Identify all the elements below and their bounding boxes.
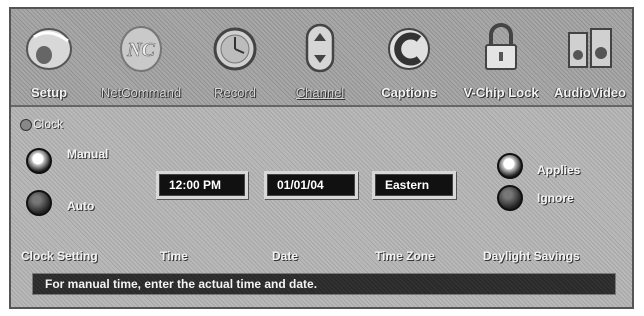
menu-label: Captions	[381, 85, 437, 100]
time-label: Time	[160, 249, 188, 263]
timezone-field[interactable]: Eastern	[372, 171, 456, 199]
menu-item-captions[interactable]: Captions	[365, 19, 453, 101]
time-field[interactable]: 12:00 PM	[156, 171, 248, 199]
clock-panel: Clock Manual Auto 12:00 PM 01/01/04 East…	[11, 107, 632, 307]
date-field[interactable]: 01/01/04	[264, 171, 358, 199]
menu-item-audiovideo[interactable]: AudioVideo	[549, 19, 631, 101]
menu-item-vchip-lock[interactable]: V-Chip Lock	[453, 19, 549, 101]
svg-text:NC: NC	[126, 39, 155, 61]
menu-label: Channel	[295, 85, 345, 100]
channel-updown-icon	[305, 23, 335, 73]
settings-window: Setup NC NetCommand Record Channel Capti…	[9, 7, 634, 309]
netcommand-icon: NC	[120, 26, 162, 72]
speakers-icon	[568, 28, 612, 68]
status-message-bar: For manual time, enter the actual time a…	[32, 273, 616, 295]
dst-applies-label: Applies	[537, 163, 581, 177]
menu-label: NetCommand	[100, 85, 182, 100]
menu-label: AudioVideo	[554, 85, 626, 100]
date-label: Date	[272, 249, 299, 263]
menu-item-record[interactable]: Record	[195, 19, 275, 101]
top-menu-bar: Setup NC NetCommand Record Channel Capti…	[11, 9, 632, 107]
menu-label: Setup	[30, 85, 68, 100]
clock-setting-label: Clock Setting	[21, 249, 98, 263]
dst-ignore-radio[interactable]	[497, 185, 523, 211]
section-title: Clock	[33, 117, 64, 131]
daylight-savings-label: Daylight Savings	[483, 249, 580, 263]
setup-icon	[26, 28, 72, 70]
captions-icon	[388, 28, 430, 70]
menu-item-setup[interactable]: Setup	[11, 19, 87, 101]
menu-label: Record	[214, 85, 256, 100]
menu-label: V-Chip Lock	[463, 85, 539, 100]
padlock-icon	[485, 23, 517, 70]
time-zone-label: Time Zone	[375, 249, 435, 263]
auto-radio[interactable]	[26, 190, 52, 216]
menu-item-netcommand[interactable]: NC NetCommand	[87, 19, 195, 101]
auto-label: Auto	[67, 199, 95, 213]
record-clock-icon	[213, 27, 257, 71]
dst-ignore-label: Ignore	[537, 191, 574, 205]
manual-radio[interactable]	[26, 148, 52, 174]
menu-item-channel[interactable]: Channel	[275, 19, 365, 101]
manual-label: Manual	[67, 147, 109, 161]
section-bullet-icon	[20, 119, 32, 131]
dst-applies-radio[interactable]	[497, 153, 523, 179]
